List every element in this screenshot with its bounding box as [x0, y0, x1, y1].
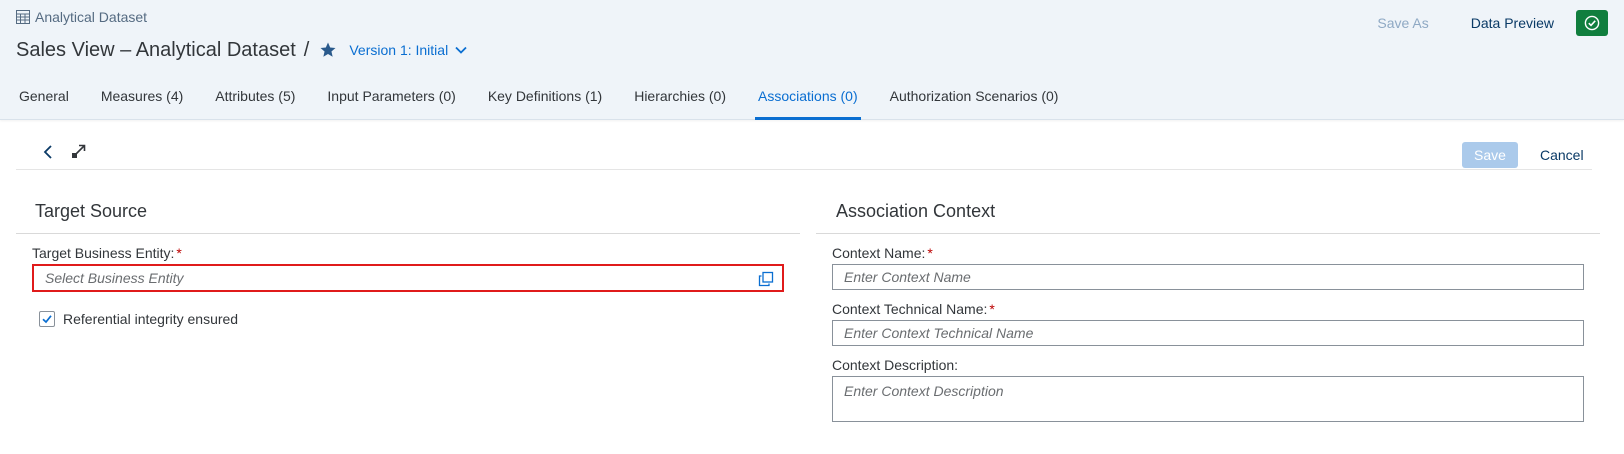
version-selector[interactable]: Version 1: Initial [349, 42, 468, 58]
object-header: Analytical Dataset Sales View – Analytic… [0, 0, 1624, 120]
tab-key-definitions[interactable]: Key Definitions (1) [485, 80, 605, 120]
referential-integrity-label: Referential integrity ensured [63, 311, 239, 327]
tab-hierarchies[interactable]: Hierarchies (0) [631, 80, 729, 120]
cancel-button[interactable]: Cancel [1540, 142, 1584, 168]
tab-attributes[interactable]: Attributes (5) [212, 80, 298, 120]
context-description-placeholder: Enter Context Description [844, 383, 1004, 399]
context-name-placeholder: Enter Context Name [844, 269, 971, 285]
data-preview-button[interactable]: Data Preview [1471, 15, 1554, 31]
context-tech-name-label: Context Technical Name: * [832, 301, 995, 317]
target-entity-label-text: Target Business Entity: [32, 245, 175, 261]
tab-general[interactable]: General [16, 80, 72, 120]
chevron-down-icon [454, 43, 468, 57]
tab-authorization-scenarios[interactable]: Authorization Scenarios (0) [887, 80, 1062, 120]
target-entity-label: Target Business Entity: * [32, 245, 182, 261]
table-icon [16, 10, 30, 24]
check-circle-icon [1584, 15, 1600, 31]
referential-integrity-row: Referential integrity ensured [39, 310, 238, 328]
activate-button[interactable] [1576, 10, 1608, 36]
expand-icon[interactable] [68, 140, 90, 162]
value-help-icon[interactable] [758, 271, 774, 287]
tab-measures[interactable]: Measures (4) [98, 80, 186, 120]
context-description-textarea[interactable]: Enter Context Description [832, 376, 1584, 422]
save-button[interactable]: Save [1462, 142, 1518, 168]
save-as-button[interactable]: Save As [1377, 15, 1428, 31]
page-title: Sales View – Analytical Dataset [16, 38, 296, 61]
required-mark: * [927, 245, 933, 261]
version-label: Version 1: Initial [349, 42, 449, 58]
referential-integrity-checkbox[interactable] [39, 311, 55, 327]
title-row: Sales View – Analytical Dataset / Versio… [16, 36, 468, 64]
context-description-label-text: Context Description: [832, 357, 959, 373]
object-type: Analytical Dataset [16, 8, 147, 26]
target-source-title: Target Source [35, 201, 148, 221]
context-description-label: Context Description: [832, 357, 958, 373]
back-icon[interactable] [38, 142, 58, 162]
target-entity-placeholder: Select Business Entity [45, 270, 184, 286]
target-source-divider [16, 233, 800, 234]
context-tech-name-label-text: Context Technical Name: [832, 301, 988, 317]
context-name-input[interactable]: Enter Context Name [832, 264, 1584, 290]
context-name-label: Context Name: * [832, 245, 933, 261]
context-name-label-text: Context Name: [832, 245, 926, 261]
required-mark: * [176, 245, 182, 261]
association-context-title: Association Context [836, 201, 996, 221]
target-entity-input[interactable]: Select Business Entity [32, 264, 784, 292]
object-type-label: Analytical Dataset [35, 9, 148, 25]
tab-input-parameters[interactable]: Input Parameters (0) [324, 80, 458, 120]
required-mark: * [989, 301, 995, 317]
header-actions: Save As Data Preview [1377, 10, 1624, 36]
context-tech-name-placeholder: Enter Context Technical Name [844, 325, 1034, 341]
context-tech-name-input[interactable]: Enter Context Technical Name [832, 320, 1584, 346]
detail-toolbar: Save Cancel [16, 134, 1592, 170]
tab-associations[interactable]: Associations (0) [755, 80, 861, 120]
title-separator: / [303, 38, 310, 61]
star-icon[interactable] [319, 41, 337, 59]
association-context-divider [816, 233, 1600, 234]
tab-bar: General Measures (4) Attributes (5) Inpu… [16, 80, 1087, 120]
